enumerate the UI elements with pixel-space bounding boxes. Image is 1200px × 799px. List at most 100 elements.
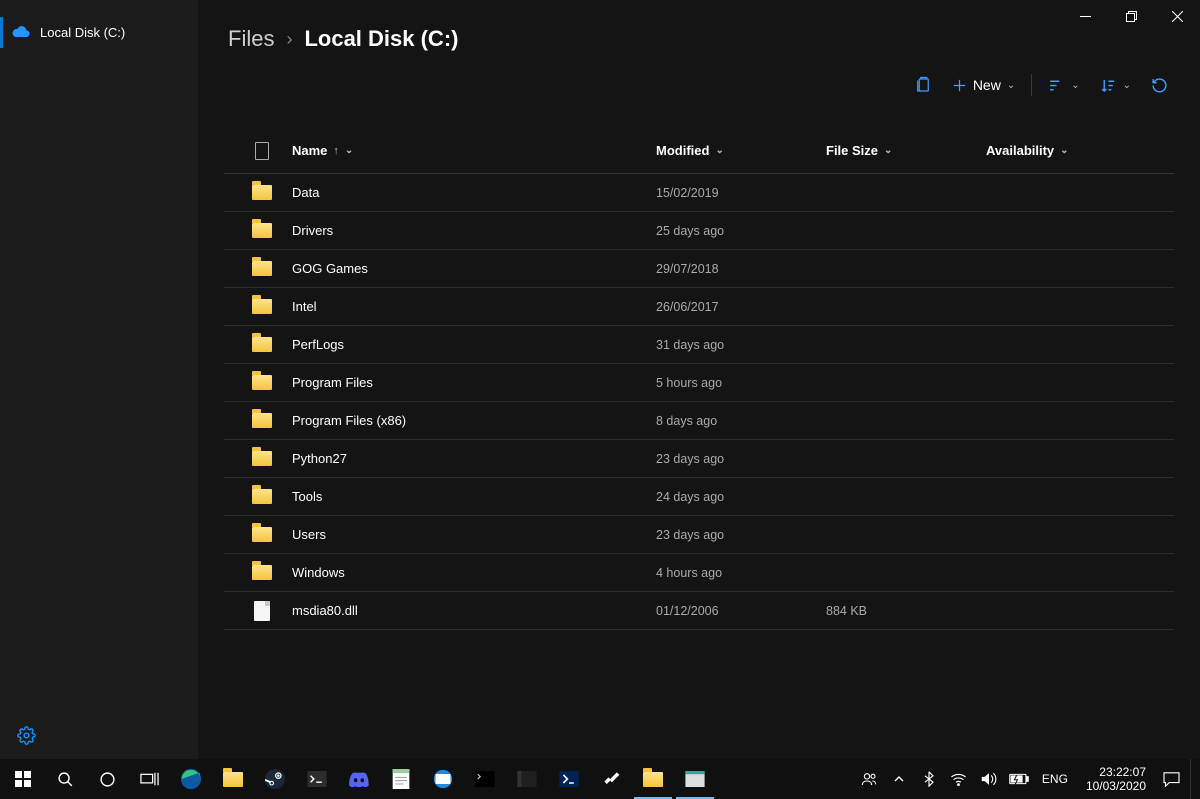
row-modified: 5 hours ago [656, 376, 826, 390]
tray-wifi-icon[interactable] [948, 759, 970, 799]
folder-icon [252, 299, 272, 314]
show-desktop-button[interactable] [1190, 759, 1196, 799]
maximize-button[interactable] [1108, 0, 1154, 32]
chevron-down-icon: ⌄ [1071, 80, 1079, 91]
tray-battery-icon[interactable] [1008, 759, 1030, 799]
action-center-button[interactable] [1160, 759, 1182, 799]
taskbar-app-explorer[interactable] [212, 759, 254, 799]
row-name: Users [292, 527, 656, 542]
taskbar-app-powershell[interactable] [548, 759, 590, 799]
cloud-icon [12, 25, 30, 40]
taskbar-app-steam[interactable] [254, 759, 296, 799]
refresh-button[interactable] [1147, 73, 1172, 98]
table-row[interactable]: Users23 days ago [224, 516, 1174, 554]
taskbar-app-discord[interactable] [338, 759, 380, 799]
task-view-button[interactable] [128, 759, 170, 799]
content-area: Files › Local Disk (C:) New ⌄ ⌄ [198, 0, 1200, 759]
row-name: Drivers [292, 223, 656, 238]
sidebar-item-label: Local Disk (C:) [40, 25, 125, 40]
taskbar-app-window[interactable] [674, 759, 716, 799]
column-type[interactable] [232, 142, 292, 160]
row-name: Tools [292, 489, 656, 504]
breadcrumb-current: Local Disk (C:) [304, 26, 458, 52]
minimize-button[interactable] [1062, 0, 1108, 32]
folder-icon [223, 772, 243, 787]
chevron-right-icon: › [286, 29, 292, 50]
row-modified: 8 days ago [656, 414, 826, 428]
document-icon [255, 142, 269, 160]
taskbar-app-edge[interactable] [170, 759, 212, 799]
row-name: GOG Games [292, 261, 656, 276]
sidebar-item-local-disk[interactable]: Local Disk (C:) [0, 17, 198, 48]
table-row[interactable]: Data15/02/2019 [224, 174, 1174, 212]
column-modified[interactable]: Modified ⌄ [656, 143, 826, 158]
row-name: Python27 [292, 451, 656, 466]
column-size[interactable]: File Size ⌄ [826, 143, 986, 158]
column-availability[interactable]: Availability ⌄ [986, 143, 1166, 158]
row-size: 884 KB [826, 604, 986, 618]
tray-time: 23:22:07 [1086, 765, 1146, 779]
row-name: Intel [292, 299, 656, 314]
row-name: PerfLogs [292, 337, 656, 352]
taskbar-app-terminal[interactable] [296, 759, 338, 799]
table-row[interactable]: Drivers25 days ago [224, 212, 1174, 250]
folder-icon [643, 772, 663, 787]
row-modified: 31 days ago [656, 338, 826, 352]
table-row[interactable]: Intel26/06/2017 [224, 288, 1174, 326]
row-name: Data [292, 185, 656, 200]
tray-volume-icon[interactable] [978, 759, 1000, 799]
sort-ascending-icon: ↑ [333, 145, 339, 157]
folder-icon [252, 337, 272, 352]
row-modified: 26/06/2017 [656, 300, 826, 314]
row-modified: 15/02/2019 [656, 186, 826, 200]
file-icon [254, 601, 270, 621]
row-name: msdia80.dll [292, 603, 656, 618]
search-button[interactable] [44, 759, 86, 799]
table-row[interactable]: Tools24 days ago [224, 478, 1174, 516]
close-button[interactable] [1154, 0, 1200, 32]
row-modified: 23 days ago [656, 528, 826, 542]
table-row[interactable]: PerfLogs31 days ago [224, 326, 1174, 364]
chevron-down-icon: ⌄ [345, 145, 353, 156]
row-modified: 4 hours ago [656, 566, 826, 580]
group-button[interactable]: ⌄ [1096, 73, 1135, 98]
taskbar-app-notepad[interactable] [380, 759, 422, 799]
folder-icon [252, 565, 272, 580]
row-modified: 01/12/2006 [656, 604, 826, 618]
breadcrumb-root[interactable]: Files [228, 26, 274, 52]
chevron-down-icon: ⌄ [1060, 145, 1068, 156]
row-modified: 23 days ago [656, 452, 826, 466]
paste-button[interactable] [910, 72, 936, 98]
table-row[interactable]: Program Files5 hours ago [224, 364, 1174, 402]
table-row[interactable]: Program Files (x86)8 days ago [224, 402, 1174, 440]
cortana-button[interactable] [86, 759, 128, 799]
row-modified: 25 days ago [656, 224, 826, 238]
table-row[interactable]: Windows4 hours ago [224, 554, 1174, 592]
folder-icon [252, 451, 272, 466]
start-button[interactable] [2, 759, 44, 799]
folder-icon [252, 375, 272, 390]
sort-button[interactable]: ⌄ [1044, 73, 1083, 98]
taskbar-app-cmd[interactable] [464, 759, 506, 799]
taskbar-app-code[interactable] [506, 759, 548, 799]
chevron-down-icon: ⌄ [1007, 80, 1015, 91]
table-row[interactable]: msdia80.dll01/12/2006884 KB [224, 592, 1174, 630]
taskbar-app-browser[interactable] [422, 759, 464, 799]
row-name: Windows [292, 565, 656, 580]
new-button[interactable]: New ⌄ [948, 73, 1019, 97]
taskbar-app-files[interactable] [632, 759, 674, 799]
people-icon[interactable] [858, 759, 880, 799]
table-row[interactable]: Python2723 days ago [224, 440, 1174, 478]
tray-bluetooth-icon[interactable] [918, 759, 940, 799]
settings-button[interactable] [6, 715, 46, 755]
taskbar-app-devtools[interactable] [590, 759, 632, 799]
tray-clock[interactable]: 23:22:07 10/03/2020 [1080, 765, 1152, 794]
tray-language[interactable]: ENG [1038, 759, 1072, 799]
table-row[interactable]: GOG Games29/07/2018 [224, 250, 1174, 288]
column-name[interactable]: Name ↑ ⌄ [292, 143, 656, 158]
folder-icon [252, 527, 272, 542]
tray-overflow-button[interactable] [888, 759, 910, 799]
row-modified: 24 days ago [656, 490, 826, 504]
tray-date: 10/03/2020 [1086, 779, 1146, 793]
chevron-down-icon: ⌄ [1123, 80, 1131, 91]
